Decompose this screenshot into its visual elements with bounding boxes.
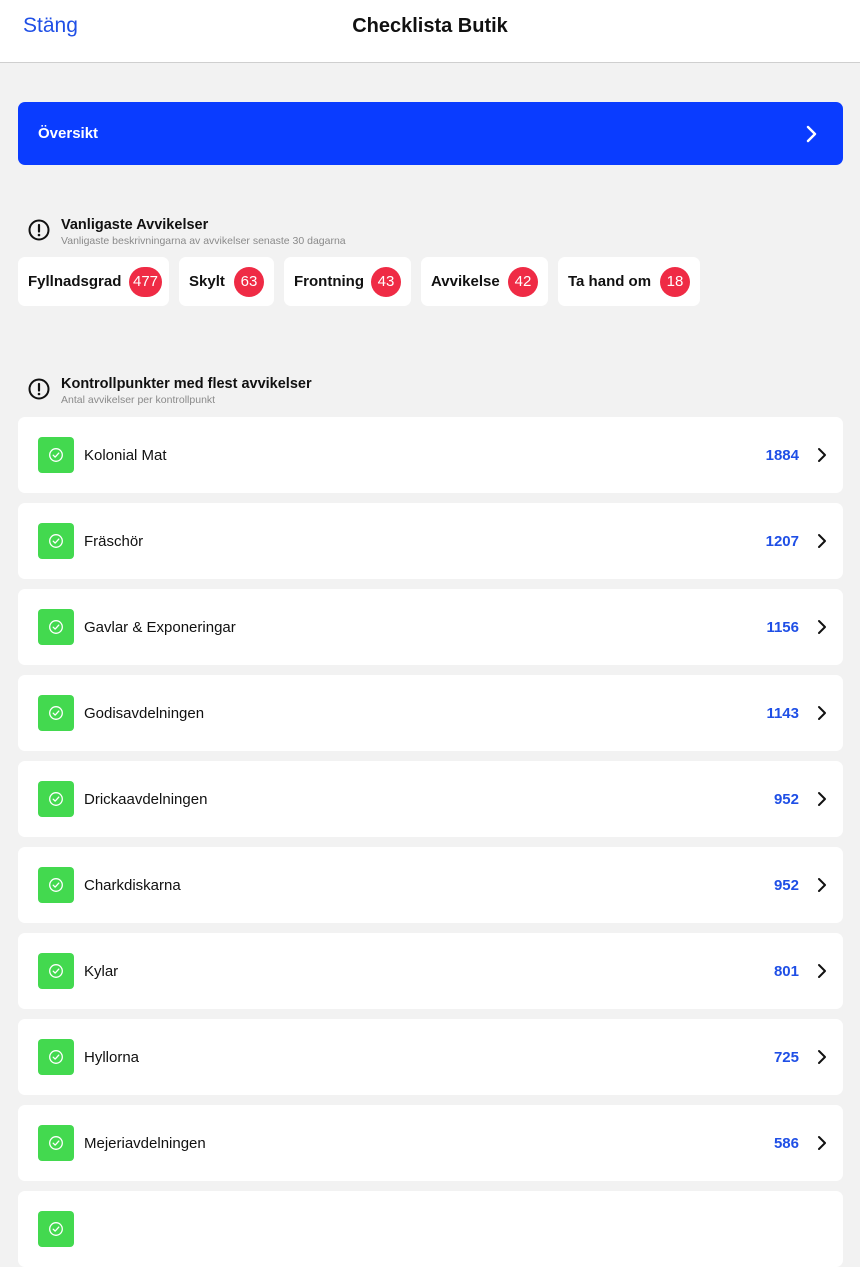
- checkpoint-row[interactable]: [18, 1191, 843, 1267]
- chip-label: Fyllnadsgrad: [28, 273, 122, 290]
- checkpoint-label: Kylar: [84, 963, 119, 980]
- chevron-right-icon: [818, 1050, 826, 1064]
- checkpoint-label: Hyllorna: [84, 1049, 140, 1066]
- chevron-right-icon: [818, 534, 826, 548]
- checkpoint-row[interactable]: Godisavdelningen 1143: [18, 675, 843, 751]
- checkpoint-row[interactable]: Fräschör 1207: [18, 503, 843, 579]
- exclamation-circle-icon: [28, 219, 50, 241]
- chevron-right-icon: [818, 1136, 826, 1150]
- checkpoint-row[interactable]: Hyllorna 725: [18, 1019, 843, 1095]
- chip-frontning[interactable]: Frontning 43: [284, 257, 411, 306]
- check-circle-icon: [38, 1125, 74, 1161]
- count-badge: 63: [234, 267, 264, 297]
- chevron-right-icon: [818, 792, 826, 806]
- check-circle-icon: [38, 523, 74, 559]
- deviation-count: 801: [773, 963, 799, 980]
- chip-label: Skylt: [189, 273, 225, 290]
- deviation-count: 1884: [765, 447, 799, 464]
- count-badge: 43: [371, 267, 401, 297]
- check-circle-icon: [38, 953, 74, 989]
- chevron-right-icon: [818, 964, 826, 978]
- exclamation-circle-icon: [28, 378, 50, 400]
- check-circle-icon: [38, 609, 74, 645]
- checkpoint-row[interactable]: Gavlar & Exponeringar 1156: [18, 589, 843, 665]
- checkpoint-label: Gavlar & Exponeringar: [84, 619, 236, 636]
- check-circle-icon: [38, 695, 74, 731]
- chevron-right-icon: [818, 448, 826, 462]
- overview-label: Översikt: [38, 125, 99, 142]
- count-badge: 42: [508, 267, 538, 297]
- section-title: Kontrollpunkter med flest avvikelser: [61, 376, 312, 392]
- checkpoint-label: Charkdiskarna: [84, 877, 181, 894]
- checkpoint-label: Drickaavdelningen: [84, 791, 208, 808]
- section-subtitle: Vanligaste beskrivningarna av avvikelser…: [61, 235, 346, 247]
- checkpoint-row[interactable]: Kylar 801: [18, 933, 843, 1009]
- chevron-right-icon: [818, 706, 826, 720]
- chip-label: Avvikelse: [431, 273, 500, 290]
- section-title: Vanligaste Avvikelser: [61, 217, 209, 233]
- count-badge: 477: [129, 267, 163, 297]
- deviation-count: 952: [773, 877, 799, 894]
- page-title: Checklista Butik: [352, 15, 508, 37]
- count-badge: 18: [660, 267, 690, 297]
- checkpoint-label: Mejeriavdelningen: [84, 1135, 206, 1152]
- deviation-count: 586: [773, 1135, 799, 1152]
- checkpoint-row[interactable]: Drickaavdelningen 952: [18, 761, 843, 837]
- deviation-count: 1143: [766, 705, 799, 722]
- chip-avvikelse[interactable]: Avvikelse 42: [421, 257, 548, 306]
- checkpoint-row[interactable]: Charkdiskarna 952: [18, 847, 843, 923]
- chip-fyllnadsgrad[interactable]: Fyllnadsgrad 477: [18, 257, 169, 306]
- check-circle-icon: [38, 437, 74, 473]
- check-circle-icon: [38, 781, 74, 817]
- deviation-count: 952: [773, 791, 799, 808]
- chip-ta-hand-om[interactable]: Ta hand om 18: [558, 257, 700, 306]
- deviation-count: 1156: [766, 619, 799, 636]
- chevron-right-icon: [818, 620, 826, 634]
- deviation-count: 1207: [765, 533, 799, 550]
- chevron-right-icon: [818, 878, 826, 892]
- check-circle-icon: [38, 867, 74, 903]
- checkpoint-label: Kolonial Mat: [84, 447, 167, 464]
- chip-label: Frontning: [294, 273, 364, 290]
- checkpoint-label: Godisavdelningen: [84, 705, 205, 722]
- navigation-bar: Stäng Checklista Butik: [0, 0, 860, 63]
- check-circle-icon: [38, 1039, 74, 1075]
- chip-skylt[interactable]: Skylt 63: [179, 257, 274, 306]
- chip-label: Ta hand om: [568, 273, 652, 290]
- overview-button[interactable]: Översikt: [18, 102, 843, 165]
- section-subtitle: Antal avvikelser per kontrollpunkt: [61, 394, 216, 406]
- checkpoint-row[interactable]: Kolonial Mat 1884: [18, 417, 843, 493]
- chevron-right-icon: [806, 125, 817, 143]
- check-circle-icon: [38, 1211, 74, 1247]
- checkpoint-row[interactable]: Mejeriavdelningen 586: [18, 1105, 843, 1181]
- deviation-count: 725: [773, 1049, 799, 1066]
- checkpoint-label: Fräschör: [84, 533, 144, 550]
